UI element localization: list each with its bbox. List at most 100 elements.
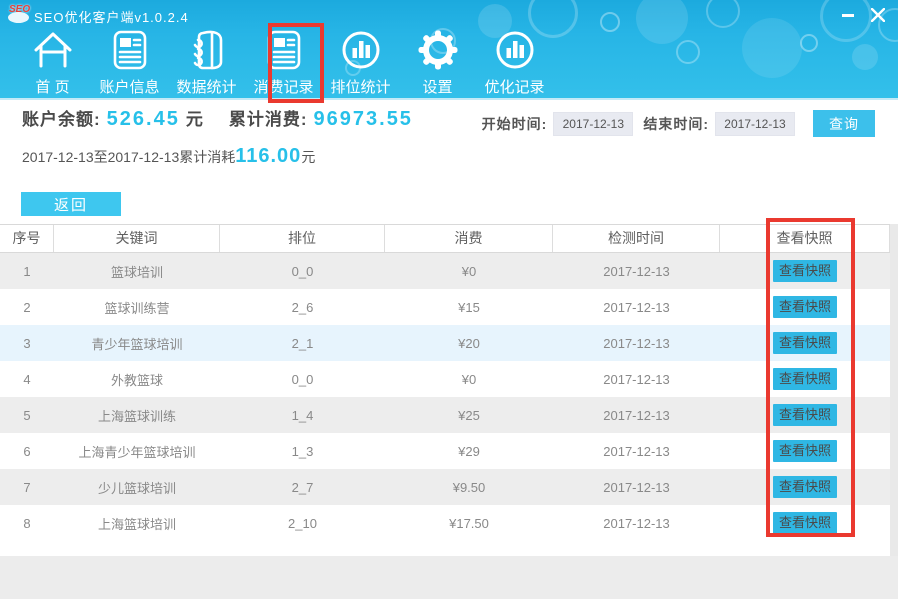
end-time-input[interactable] [715,112,795,136]
view-snapshot-button[interactable]: 查看快照 [773,296,837,318]
consumption-table: 序号 关键词 排位 消费 检测时间 查看快照 1 篮球培训 0_0 ¥0 201… [0,224,890,558]
bubble-decoration [676,40,700,64]
start-time-input[interactable] [553,112,633,136]
cell-cost: ¥15 [385,300,553,315]
cell-keyword: 上海篮球培训 [54,514,220,533]
cell-time: 2017-12-13 [553,336,720,351]
account-summary: 账户余额: 526.45 元 累计消费: 96973.55 [22,105,419,131]
cell-rank: 2_10 [220,516,385,531]
cell-cost: ¥9.50 [385,480,553,495]
balance-value: 526.45 [107,108,180,131]
view-snapshot-button[interactable]: 查看快照 [773,440,837,462]
table-row: 2 篮球训练营 2_6 ¥15 2017-12-13 查看快照 [0,289,890,325]
table-row: 5 上海篮球训练 1_4 ¥25 2017-12-13 查看快照 [0,397,890,433]
cell-time: 2017-12-13 [553,372,720,387]
nav-item-account-info[interactable]: 账户信息 [91,26,168,98]
view-snapshot-button[interactable]: 查看快照 [773,260,837,282]
cell-rank: 1_3 [220,444,385,459]
view-snapshot-button[interactable]: 查看快照 [773,404,837,426]
cell-time: 2017-12-13 [553,300,720,315]
back-button[interactable]: 返回 [21,192,121,216]
scrollbar-track[interactable] [890,224,898,556]
cell-no: 1 [0,264,54,279]
minimize-icon[interactable] [838,6,858,24]
col-header-keyword: 关键词 [54,225,220,252]
cell-rank: 0_0 [220,264,385,279]
cell-no: 6 [0,444,54,459]
data-book-icon [185,26,229,74]
start-time-label: 开始时间: [482,114,548,134]
period-summary-text: 2017-12-13至2017-12-13累计消耗 [22,147,235,167]
cell-keyword: 上海篮球训练 [54,406,220,425]
end-time-label: 结束时间: [643,114,709,134]
view-snapshot-button[interactable]: 查看快照 [773,476,837,498]
cell-no: 8 [0,516,54,531]
balance-label: 账户余额: [22,105,101,130]
page-footer-area [0,556,898,599]
table-row: 6 上海青少年篮球培训 1_3 ¥29 2017-12-13 查看快照 [0,433,890,469]
optimize-chart-icon [493,26,537,74]
col-header-snapshot: 查看快照 [720,225,890,252]
date-filter: 开始时间: 结束时间: 查询 [482,110,875,137]
close-icon[interactable] [868,6,888,24]
col-header-time: 检测时间 [553,225,720,252]
cell-cost: ¥25 [385,408,553,423]
titlebar: SEO SEO优化客户端v1.0.2.4 [0,0,898,28]
view-snapshot-button[interactable]: 查看快照 [773,368,837,390]
nav-item-rank-stats[interactable]: 排位统计 [322,26,399,98]
account-doc-icon [108,26,152,74]
cell-no: 4 [0,372,54,387]
cell-time: 2017-12-13 [553,480,720,495]
nav-item-settings[interactable]: 设置 [399,26,476,98]
window-title: SEO优化客户端v1.0.2.4 [34,7,189,26]
nav-item-home[interactable]: 首 页 [14,26,91,98]
bubble-decoration [852,44,878,70]
cell-time: 2017-12-13 [553,408,720,423]
table-row: 1 篮球培训 0_0 ¥0 2017-12-13 查看快照 [0,253,890,289]
home-icon [31,26,75,74]
table-row-highlighted: 3 青少年篮球培训 2_1 ¥20 2017-12-13 查看快照 [0,325,890,361]
col-header-rank: 排位 [220,225,385,252]
cell-keyword: 少儿篮球培训 [54,478,220,497]
gear-icon [416,26,460,74]
balance-unit: 元 [186,105,203,130]
bubble-decoration [800,34,818,52]
period-summary: 2017-12-13至2017-12-13累计消耗 116.00 元 [22,145,315,168]
cell-keyword: 青少年篮球培训 [54,334,220,353]
cell-time: 2017-12-13 [553,444,720,459]
cell-keyword: 篮球训练营 [54,298,220,317]
table-header-row: 序号 关键词 排位 消费 检测时间 查看快照 [0,224,890,253]
cell-no: 3 [0,336,54,351]
col-header-no: 序号 [0,225,54,252]
app-logo-icon: SEO [6,3,32,25]
table-row: 8 上海篮球培训 2_10 ¥17.50 2017-12-13 查看快照 [0,505,890,541]
cell-rank: 2_1 [220,336,385,351]
cell-time: 2017-12-13 [553,516,720,531]
period-summary-amount: 116.00 [235,145,301,168]
table-row: 4 外教篮球 0_0 ¥0 2017-12-13 查看快照 [0,361,890,397]
cell-rank: 0_0 [220,372,385,387]
view-snapshot-button[interactable]: 查看快照 [773,512,837,534]
cell-keyword: 外教篮球 [54,370,220,389]
main-nav: 首 页 账户信息 [14,26,553,98]
cell-rank: 1_4 [220,408,385,423]
nav-item-consumption-records[interactable]: 消费记录 [245,26,322,98]
cell-no: 7 [0,480,54,495]
total-consumption-value: 96973.55 [314,108,413,131]
cell-cost: ¥0 [385,372,553,387]
cell-no: 5 [0,408,54,423]
nav-item-optimize-records[interactable]: 优化记录 [476,26,553,98]
view-snapshot-button[interactable]: 查看快照 [773,332,837,354]
cell-cost: ¥17.50 [385,516,553,531]
period-summary-unit: 元 [301,147,315,167]
query-button[interactable]: 查询 [813,110,875,137]
cell-time: 2017-12-13 [553,264,720,279]
cell-keyword: 篮球培训 [54,262,220,281]
cell-cost: ¥20 [385,336,553,351]
total-consumption-label: 累计消费: [229,105,308,130]
nav-item-data-stats[interactable]: 数据统计 [168,26,245,98]
cell-rank: 2_7 [220,480,385,495]
cell-no: 2 [0,300,54,315]
cell-cost: ¥0 [385,264,553,279]
cell-keyword: 上海青少年篮球培训 [54,442,220,461]
